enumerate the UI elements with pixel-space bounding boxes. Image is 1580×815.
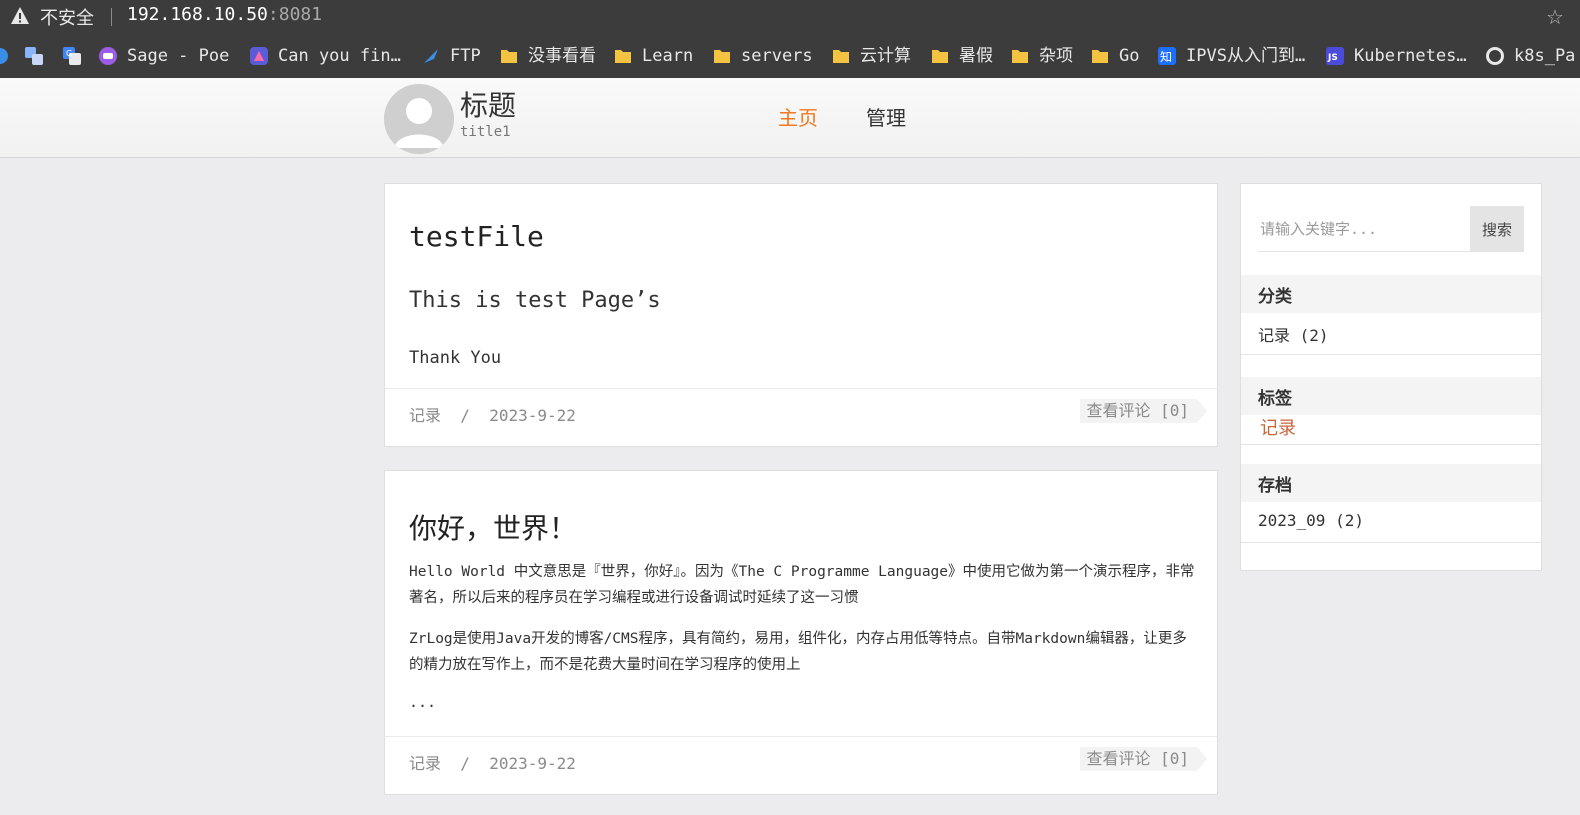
post-meta: 记录 / 2023-9-22 [409, 750, 576, 774]
site-title[interactable]: 标题 [460, 84, 516, 124]
bookmark-kubernetes[interactable]: JS Kubernetes… [1326, 44, 1486, 68]
tags-heading: 标签 [1258, 389, 1292, 409]
bookmark-label: Kubernetes… [1354, 46, 1467, 66]
folder-icon [1012, 50, 1028, 63]
search-button[interactable]: 搜索 [1470, 206, 1524, 252]
sidebar: 搜索 分类 记录 (2) 标签 记录 存档 2023_09 (2) [1240, 183, 1542, 571]
bookmark-ftp[interactable]: FTP [422, 44, 492, 68]
search-input[interactable] [1258, 206, 1470, 252]
view-comments-button[interactable]: 查看评论 [0] [1080, 747, 1207, 771]
bookmark-label: 没事看看 [528, 46, 596, 66]
svg-text:知: 知 [1160, 50, 1172, 64]
meta-separator: / [460, 406, 470, 425]
bookmark-label: Can you fin… [278, 46, 401, 66]
user-placeholder-icon [384, 84, 454, 154]
bookmark-label: Learn [642, 46, 694, 66]
archives-heading-bar: 存档 [1241, 464, 1541, 502]
post-title[interactable]: testFile [409, 220, 544, 253]
bookmark-k8s[interactable]: k8s_Pa [1486, 44, 1580, 68]
view-comments-button[interactable]: 查看评论 [0] [1080, 399, 1207, 423]
archives-heading: 存档 [1258, 476, 1292, 496]
bookmarks-bar: G Sage - Poe Can you fin… FTP 没事看看 Learn… [0, 33, 1580, 78]
tag-link[interactable]: 记录 [1260, 414, 1296, 440]
folder-icon [932, 50, 948, 63]
post-title[interactable]: 你好，世界！ [409, 507, 577, 547]
category-link[interactable]: 记录 (2) [1258, 322, 1329, 346]
avatar[interactable] [384, 84, 454, 154]
bookmark-label: 暑假 [959, 46, 993, 66]
post-ellipsis: ... [409, 693, 437, 711]
bookmark-label: servers [741, 46, 813, 66]
nav-home-link[interactable]: 主页 [778, 102, 818, 131]
github-icon [1486, 47, 1504, 65]
bookmark-label: FTP [450, 46, 481, 66]
post-card: testFile This is test Page’s Thank You 记… [384, 183, 1218, 447]
folder-icon [501, 50, 517, 63]
post-footer: 记录 / 2023-9-22 查看评论 [0] [385, 736, 1217, 794]
bookmark-label: k8s_Pa [1514, 46, 1576, 66]
url-port: :8081 [267, 4, 323, 25]
zhihu-icon: 知 [1158, 47, 1176, 65]
bookmark-folder-go[interactable]: Go [1091, 44, 1151, 68]
app-icon [250, 47, 268, 65]
site-header: 标题 title1 主页 管理 [0, 78, 1580, 158]
bookmark-folder-servers[interactable]: servers [713, 44, 823, 68]
google-translate-icon[interactable]: G [62, 46, 82, 66]
divider [111, 8, 112, 26]
url-host: 192.168.10.50 [127, 4, 268, 25]
divider [1241, 354, 1541, 355]
post-date: 2023-9-22 [489, 754, 576, 773]
nav-admin-link[interactable]: 管理 [866, 102, 906, 131]
js-icon: JS [1326, 47, 1344, 65]
folder-icon [615, 50, 631, 63]
meta-separator: / [460, 754, 470, 773]
divider [1241, 444, 1541, 445]
bookmark-ipvs[interactable]: 知 IPVS从入门到… [1158, 44, 1318, 68]
bookmark-label: Go [1119, 46, 1140, 66]
tags-heading-bar: 标签 [1241, 377, 1541, 415]
folder-icon [1092, 50, 1108, 63]
bookmark-sage-poe[interactable]: Sage - Poe [99, 44, 239, 68]
bookmark-label: IPVS从入门到… [1186, 46, 1306, 66]
post-meta: 记录 / 2023-9-22 [409, 402, 576, 426]
post-footer: 记录 / 2023-9-22 查看评论 [0] [385, 388, 1217, 446]
bookmark-can-you-find[interactable]: Can you fin… [250, 44, 410, 68]
post-date: 2023-9-22 [489, 406, 576, 425]
divider [1241, 542, 1541, 543]
post-paragraph: Hello World 中文意思是『世界，你好』。因为《The C Progra… [409, 564, 1195, 606]
post-paragraph: ZrLog是使用Java开发的博客/CMS程序，具有简约，易用，组件化，内存占用… [409, 631, 1187, 673]
bookmark-folder-misc[interactable]: 杂项 [1011, 44, 1081, 68]
bookmark-label: Sage - Poe [127, 46, 230, 66]
browser-address-bar[interactable]: 不安全 192.168.10.50:8081 ☆ [0, 0, 1580, 33]
post-subheading: This is test Page’s [409, 288, 661, 313]
archive-link[interactable]: 2023_09 (2) [1258, 511, 1364, 530]
svg-text:JS: JS [1327, 53, 1338, 63]
post-category-link[interactable]: 记录 [409, 754, 441, 773]
folder-icon [714, 50, 730, 63]
post-card: 你好，世界！ Hello World 中文意思是『世界，你好』。因为《The C… [384, 470, 1218, 795]
svg-text:G: G [66, 49, 72, 58]
categories-heading-bar: 分类 [1241, 275, 1541, 313]
bookmark-folder-1[interactable]: 没事看看 [500, 44, 600, 68]
partial-app-icon[interactable] [0, 47, 8, 65]
folder-icon [833, 50, 849, 63]
bookmark-folder-learn[interactable]: Learn [614, 44, 704, 68]
security-label[interactable]: 不安全 [40, 4, 94, 30]
bookmark-label: 云计算 [860, 46, 911, 66]
warning-icon[interactable] [10, 6, 30, 26]
bookmark-folder-cloud[interactable]: 云计算 [832, 44, 922, 68]
poe-icon [99, 47, 117, 65]
site-subtitle: title1 [460, 124, 511, 140]
post-paragraph: Thank You [409, 348, 502, 368]
bookmark-folder-summer[interactable]: 暑假 [931, 44, 1001, 68]
bookmark-star-icon[interactable]: ☆ [1546, 5, 1564, 29]
url-text[interactable]: 192.168.10.50:8081 [127, 4, 322, 25]
bookmark-label: 杂项 [1039, 46, 1073, 66]
translate-app-icon[interactable] [24, 46, 44, 66]
categories-heading: 分类 [1258, 287, 1292, 307]
ftp-icon [424, 49, 438, 63]
post-category-link[interactable]: 记录 [409, 406, 441, 425]
